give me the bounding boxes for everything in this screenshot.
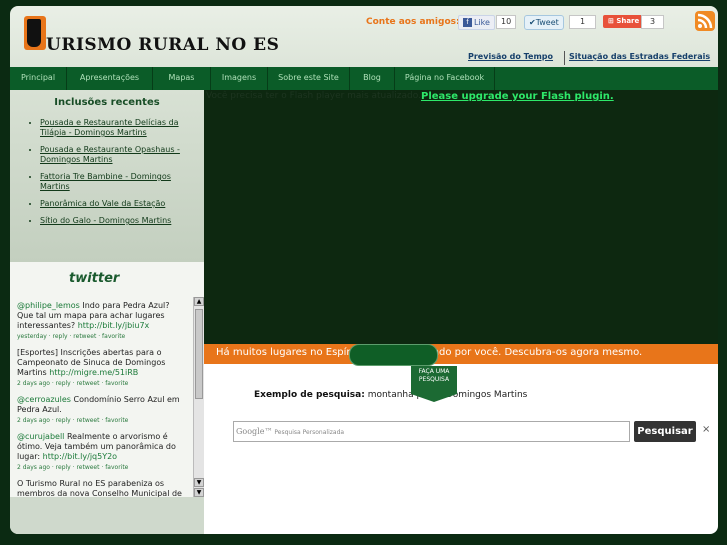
facebook-like-button[interactable]: f Like <box>458 15 495 30</box>
tweet-item: @curujabell Realmente o arvorismo é ótim… <box>10 428 193 475</box>
scroll-down-icon[interactable]: ▼ <box>194 478 204 487</box>
site-title[interactable]: URISMO RURAL NO ES <box>46 35 279 55</box>
recent-title: Inclusões recentes <box>54 97 160 108</box>
recent-list: Pousada e Restaurante Delícias da Tilápi… <box>18 118 195 233</box>
twitter-header: twitter <box>10 262 204 297</box>
share-label: Share <box>616 17 640 25</box>
scroll-thumb[interactable] <box>195 309 203 399</box>
tweet-meta[interactable]: 2 days ago · reply · retweet · favorite <box>17 463 186 473</box>
roads-link[interactable]: Situação das Estradas Federais <box>569 52 710 61</box>
tweet-button[interactable]: ✔Tweet <box>524 15 564 30</box>
recent-item[interactable]: Pousada e Restaurante Delícias da Tilápi… <box>40 118 195 138</box>
flash-upgrade-link[interactable]: Please upgrade your Flash plugin. <box>421 91 614 102</box>
tweet-link[interactable]: http://bit.ly/jbiu7x <box>78 321 150 330</box>
tweet-item: @philipe_lemos Indo para Pedra Azul? Que… <box>10 297 193 344</box>
flash-area: Você precisa ter o Flash player mais atu… <box>204 90 718 344</box>
nav-item-apresentacoes[interactable]: Apresentações <box>67 67 153 90</box>
twitter-logo[interactable]: twitter <box>69 271 119 286</box>
nav-item-principal[interactable]: Principal <box>10 67 67 90</box>
search-button[interactable]: Pesquisar <box>634 421 696 442</box>
scroll-down-icon[interactable]: ▼ <box>194 488 204 497</box>
tweet-item: @cerroazules Condomínio Serro Azul em Pe… <box>10 391 193 428</box>
sidebar-footer <box>10 497 204 534</box>
recent-inclusions: Inclusões recentes Pousada e Restaurante… <box>10 90 204 262</box>
tweet-scrollbar[interactable]: ▲ ▼ ▼ <box>193 297 204 497</box>
google-logo: Google™ <box>236 427 273 436</box>
orange-banner: Há muitos lugares no Espírito Santo espe… <box>204 344 718 364</box>
tweet-link[interactable]: http://bit.ly/jq5Y2o <box>43 452 117 461</box>
link-divider <box>564 51 565 65</box>
recent-item[interactable]: Sítio do Galo - Domingos Martins <box>40 216 195 226</box>
nav-item-facebook[interactable]: Página no Facebook <box>395 67 495 90</box>
flash-message: Você precisa ter o Flash player mais atu… <box>206 91 421 101</box>
search-area: Exemplo de pesquisa: montanha pesca Domi… <box>204 364 718 534</box>
tweet-meta[interactable]: 2 days ago · reply · retweet · favorite <box>17 416 186 426</box>
search-badge[interactable]: FAÇA UMA PESQUISA <box>411 366 457 402</box>
header: URISMO RURAL NO ES Conte aos amigos: f Li… <box>10 6 718 67</box>
nav-item-blog[interactable]: Blog <box>350 67 395 90</box>
weather-link[interactable]: Previsão do Tempo <box>468 52 553 61</box>
recent-item[interactable]: Pousada e Restaurante Opashaus - Domingo… <box>40 145 195 165</box>
clear-search-icon[interactable]: × <box>702 424 710 435</box>
tweet-text: O Turismo Rural no ES parabeniza os memb… <box>17 479 182 497</box>
logo-icon[interactable] <box>24 16 46 50</box>
share-button[interactable]: ⊞ Share <box>603 15 645 28</box>
search-input[interactable]: Google™ Pesquisa Personalizada <box>233 421 630 442</box>
tweet-count: 1 <box>569 15 597 29</box>
banner-ribbon <box>349 344 438 366</box>
scroll-up-icon[interactable]: ▲ <box>194 297 204 306</box>
search-example: Exemplo de pesquisa: montanha pesca Domi… <box>254 390 527 400</box>
tweet-user[interactable]: @curujabell <box>17 432 64 441</box>
main-nav: Principal Apresentações Mapas Imagens So… <box>10 67 718 90</box>
facebook-icon: f <box>463 18 472 27</box>
rss-icon[interactable] <box>695 11 715 31</box>
tweet-item: [Esportes] Inscrições abertas para o Cam… <box>10 344 193 391</box>
share-prompt: Conte aos amigos: <box>366 17 460 27</box>
page: URISMO RURAL NO ES Conte aos amigos: f Li… <box>10 6 718 534</box>
nav-item-sobre[interactable]: Sobre este Site <box>268 67 350 90</box>
tweet-meta[interactable]: yesterday · reply · retweet · favorite <box>17 332 186 342</box>
tweet-link[interactable]: http://migre.me/51iRB <box>49 368 138 377</box>
recent-item[interactable]: Panorâmica do Vale da Estação <box>40 199 195 209</box>
tweet-label: Tweet <box>535 18 559 27</box>
sidebar: Inclusões recentes Pousada e Restaurante… <box>10 90 204 534</box>
tweet-meta[interactable]: 2 days ago · reply · retweet · favorite <box>17 379 186 389</box>
nav-item-mapas[interactable]: Mapas <box>153 67 211 90</box>
tweet-list: @philipe_lemos Indo para Pedra Azul? Que… <box>10 297 193 497</box>
search-example-label: Exemplo de pesquisa: <box>254 390 365 400</box>
tweet-user[interactable]: @philipe_lemos <box>17 301 80 310</box>
nav-item-imagens[interactable]: Imagens <box>211 67 268 90</box>
tweet-user[interactable]: @cerroazules <box>17 395 71 404</box>
facebook-like-count: 10 <box>496 15 517 29</box>
search-placeholder: Pesquisa Personalizada <box>274 429 345 436</box>
tweet-item: O Turismo Rural no ES parabeniza os memb… <box>10 475 193 497</box>
twitter-bird-icon: ✔ <box>529 18 536 27</box>
facebook-like-label: Like <box>474 18 490 27</box>
share-count: 3 <box>641 15 665 29</box>
recent-item[interactable]: Fattoria Tre Bambine - Domingos Martins <box>40 172 195 192</box>
